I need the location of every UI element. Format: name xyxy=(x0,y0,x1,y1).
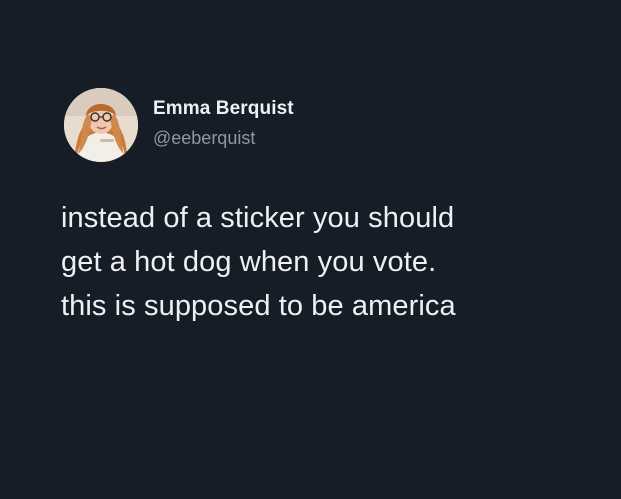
tweet-text: instead of a sticker you should get a ho… xyxy=(61,196,601,328)
author-handle[interactable]: @eeberquist xyxy=(153,127,294,149)
tweet-line-2: get a hot dog when you vote. xyxy=(61,246,437,278)
author-avatar[interactable] xyxy=(64,88,138,162)
profile-photo-icon xyxy=(64,88,138,162)
tweet-card: Emma Berquist @eeberquist instead of a s… xyxy=(0,0,621,499)
tweet-line-1: instead of a sticker you should xyxy=(61,202,455,234)
author-info: Emma Berquist @eeberquist xyxy=(153,97,294,149)
author-name[interactable]: Emma Berquist xyxy=(153,97,294,121)
tweet-line-3: this is supposed to be america xyxy=(61,290,456,322)
